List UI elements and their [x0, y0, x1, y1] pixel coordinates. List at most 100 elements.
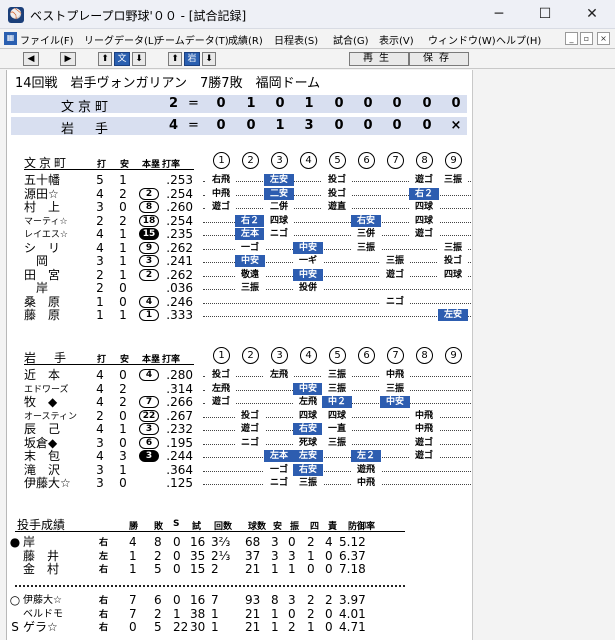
pitcher-s: 0: [173, 593, 181, 607]
maximize-button[interactable]: ☐: [522, 0, 568, 29]
game-record-panel: 14回戦 岩手ヴォンガリアン 7勝7敗 福岡ドーム 文京町 2 = 0 1 0 1 0 0 0 0 0…: [6, 70, 472, 640]
menu-team[interactable]: チームデータ(T): [155, 32, 229, 47]
pitcher-er: 0: [325, 606, 333, 621]
inning-score: ×: [450, 118, 462, 133]
team1-up-button[interactable]: ⬆: [98, 52, 112, 66]
at-bat-result: 三振: [322, 382, 352, 395]
batting-header: 文京町打安本塁 打率 1 2 3 4 5 6 7 8 9: [24, 152, 474, 170]
hits: 0: [119, 200, 127, 214]
menu-stats[interactable]: 成績(R): [228, 32, 263, 47]
batting-avg: .254: [166, 213, 193, 228]
scoreboard-row: 文京町 2 = 0 1 0 1 0 0 0 0 0: [11, 95, 467, 115]
batting-avg: .232: [166, 422, 193, 436]
pitcher-np: 37: [245, 548, 261, 563]
mdi-restore-button[interactable]: ▫: [580, 32, 593, 45]
save-button[interactable]: 保存: [409, 52, 469, 66]
batting-avg: .314: [166, 381, 193, 396]
pitcher-so: 1: [288, 562, 296, 576]
pitcher-ip: 3⅔: [211, 535, 231, 549]
at-bat-result: 投ゴ: [206, 369, 236, 381]
hits: 1: [119, 173, 127, 187]
home-run-count: 3: [139, 423, 159, 435]
menu-league[interactable]: リーグデータ(L): [84, 32, 157, 47]
team1-tab[interactable]: 文: [114, 52, 130, 66]
at-bat-result: 一ゴ: [264, 463, 294, 476]
pitcher-l: 8: [154, 535, 162, 549]
menu-view[interactable]: 表示(V): [379, 32, 414, 47]
next-game-button[interactable]: ▶: [60, 52, 76, 66]
inning-header: 4: [300, 347, 317, 364]
prev-game-button[interactable]: ◀: [23, 52, 39, 66]
at-bat-result: 右飛: [206, 174, 236, 186]
pitcher-l: 2: [154, 606, 162, 621]
inning-header: 8: [416, 152, 433, 169]
hits: 1: [119, 462, 127, 477]
pitcher-row: ○ 伊藤大☆ 右 7 6 0 16 7 93 8 3 2 2 3.97: [9, 594, 469, 606]
at-bats: 4: [96, 395, 104, 409]
dotted-leader: [203, 316, 471, 317]
pitcher-ip: 1: [211, 606, 219, 621]
pitcher-w: 7: [129, 593, 137, 607]
hits: 2: [119, 395, 127, 409]
pitcher-so: 2: [288, 620, 296, 634]
at-bats: 2: [96, 281, 104, 295]
menu-window[interactable]: ウィンドウ(W): [428, 32, 496, 47]
at-bat-result: 左本: [264, 450, 294, 462]
pitcher-np: 21: [245, 620, 261, 634]
at-bat-result: ニゴ: [264, 477, 294, 489]
hits: 2: [119, 186, 127, 201]
pitcher-so: 0: [288, 535, 296, 549]
at-bat-result: 三併: [351, 228, 381, 240]
at-bat-result: 三振: [380, 382, 410, 395]
pitcher-er: 0: [325, 620, 333, 634]
at-bat-result: 左２: [351, 450, 381, 462]
team1-down-button[interactable]: ⬇: [132, 52, 146, 66]
minimize-button[interactable]: ─: [476, 0, 522, 29]
at-bat-result: 中安: [293, 241, 323, 254]
pitcher-row: 金 村右 1 5 0 15 2 21 1 1 0 0 7.18: [9, 563, 469, 575]
home-run-count: 4: [139, 369, 159, 381]
batter-name: マーティ☆: [24, 216, 68, 227]
menu-file[interactable]: ファイル(F): [20, 32, 74, 47]
pitcher-s: 22: [173, 620, 189, 634]
at-bat-result: 右安: [293, 423, 323, 435]
inning-header: 6: [358, 347, 375, 364]
close-button[interactable]: ✕: [569, 0, 615, 29]
pitcher-ip: 7: [211, 593, 219, 607]
batter-row: エドワーズ 4 2.314 左飛 中安 三振 三振: [24, 381, 474, 396]
mdi-close-button[interactable]: ×: [597, 32, 610, 45]
hits: 3: [119, 449, 127, 463]
menu-help[interactable]: ヘルプ(H): [496, 32, 541, 47]
pitcher-era: 3.97: [339, 593, 366, 607]
inning-header: 2: [242, 152, 259, 169]
document-icon[interactable]: ▦: [4, 32, 17, 45]
inning-score: 0: [246, 118, 256, 133]
hits: 2: [119, 213, 127, 228]
replay-button[interactable]: 再生: [349, 52, 409, 66]
batter-row: 村 上 3 0 8 .260 遊ゴ 二併 遊直 四球: [24, 201, 474, 214]
throwing-hand: 右: [99, 538, 109, 548]
at-bat-result: 一ゴ: [235, 241, 265, 254]
batting-avg: .267: [166, 408, 193, 423]
home-run-count: 9: [139, 241, 159, 254]
pitcher-h: 1: [271, 562, 279, 576]
inning-score: 0: [363, 118, 373, 133]
pitcher-h: 1: [271, 606, 279, 621]
inning-header: 6: [358, 152, 375, 169]
menu-schedule[interactable]: 日程表(S): [274, 32, 318, 47]
mdi-minimize-button[interactable]: _: [565, 32, 578, 45]
team2-up-button[interactable]: ⬆: [168, 52, 182, 66]
team2-down-button[interactable]: ⬇: [202, 52, 216, 66]
menu-game[interactable]: 試合(G): [333, 32, 369, 47]
batting-avg: .266: [166, 395, 193, 409]
batting-avg: .241: [166, 254, 193, 268]
inning-header: 9: [445, 347, 462, 364]
batter-row: 藤 原 1 1 1.333 左安: [24, 309, 474, 322]
batting-avg: .254: [166, 186, 193, 201]
at-bat-result: 左本: [235, 228, 265, 240]
at-bat-result: 遊ゴ: [409, 450, 439, 462]
hits: 1: [119, 308, 127, 322]
team2-tab[interactable]: 岩: [184, 52, 200, 66]
inning-header: 4: [300, 152, 317, 169]
home-run-count: 22: [139, 409, 159, 422]
